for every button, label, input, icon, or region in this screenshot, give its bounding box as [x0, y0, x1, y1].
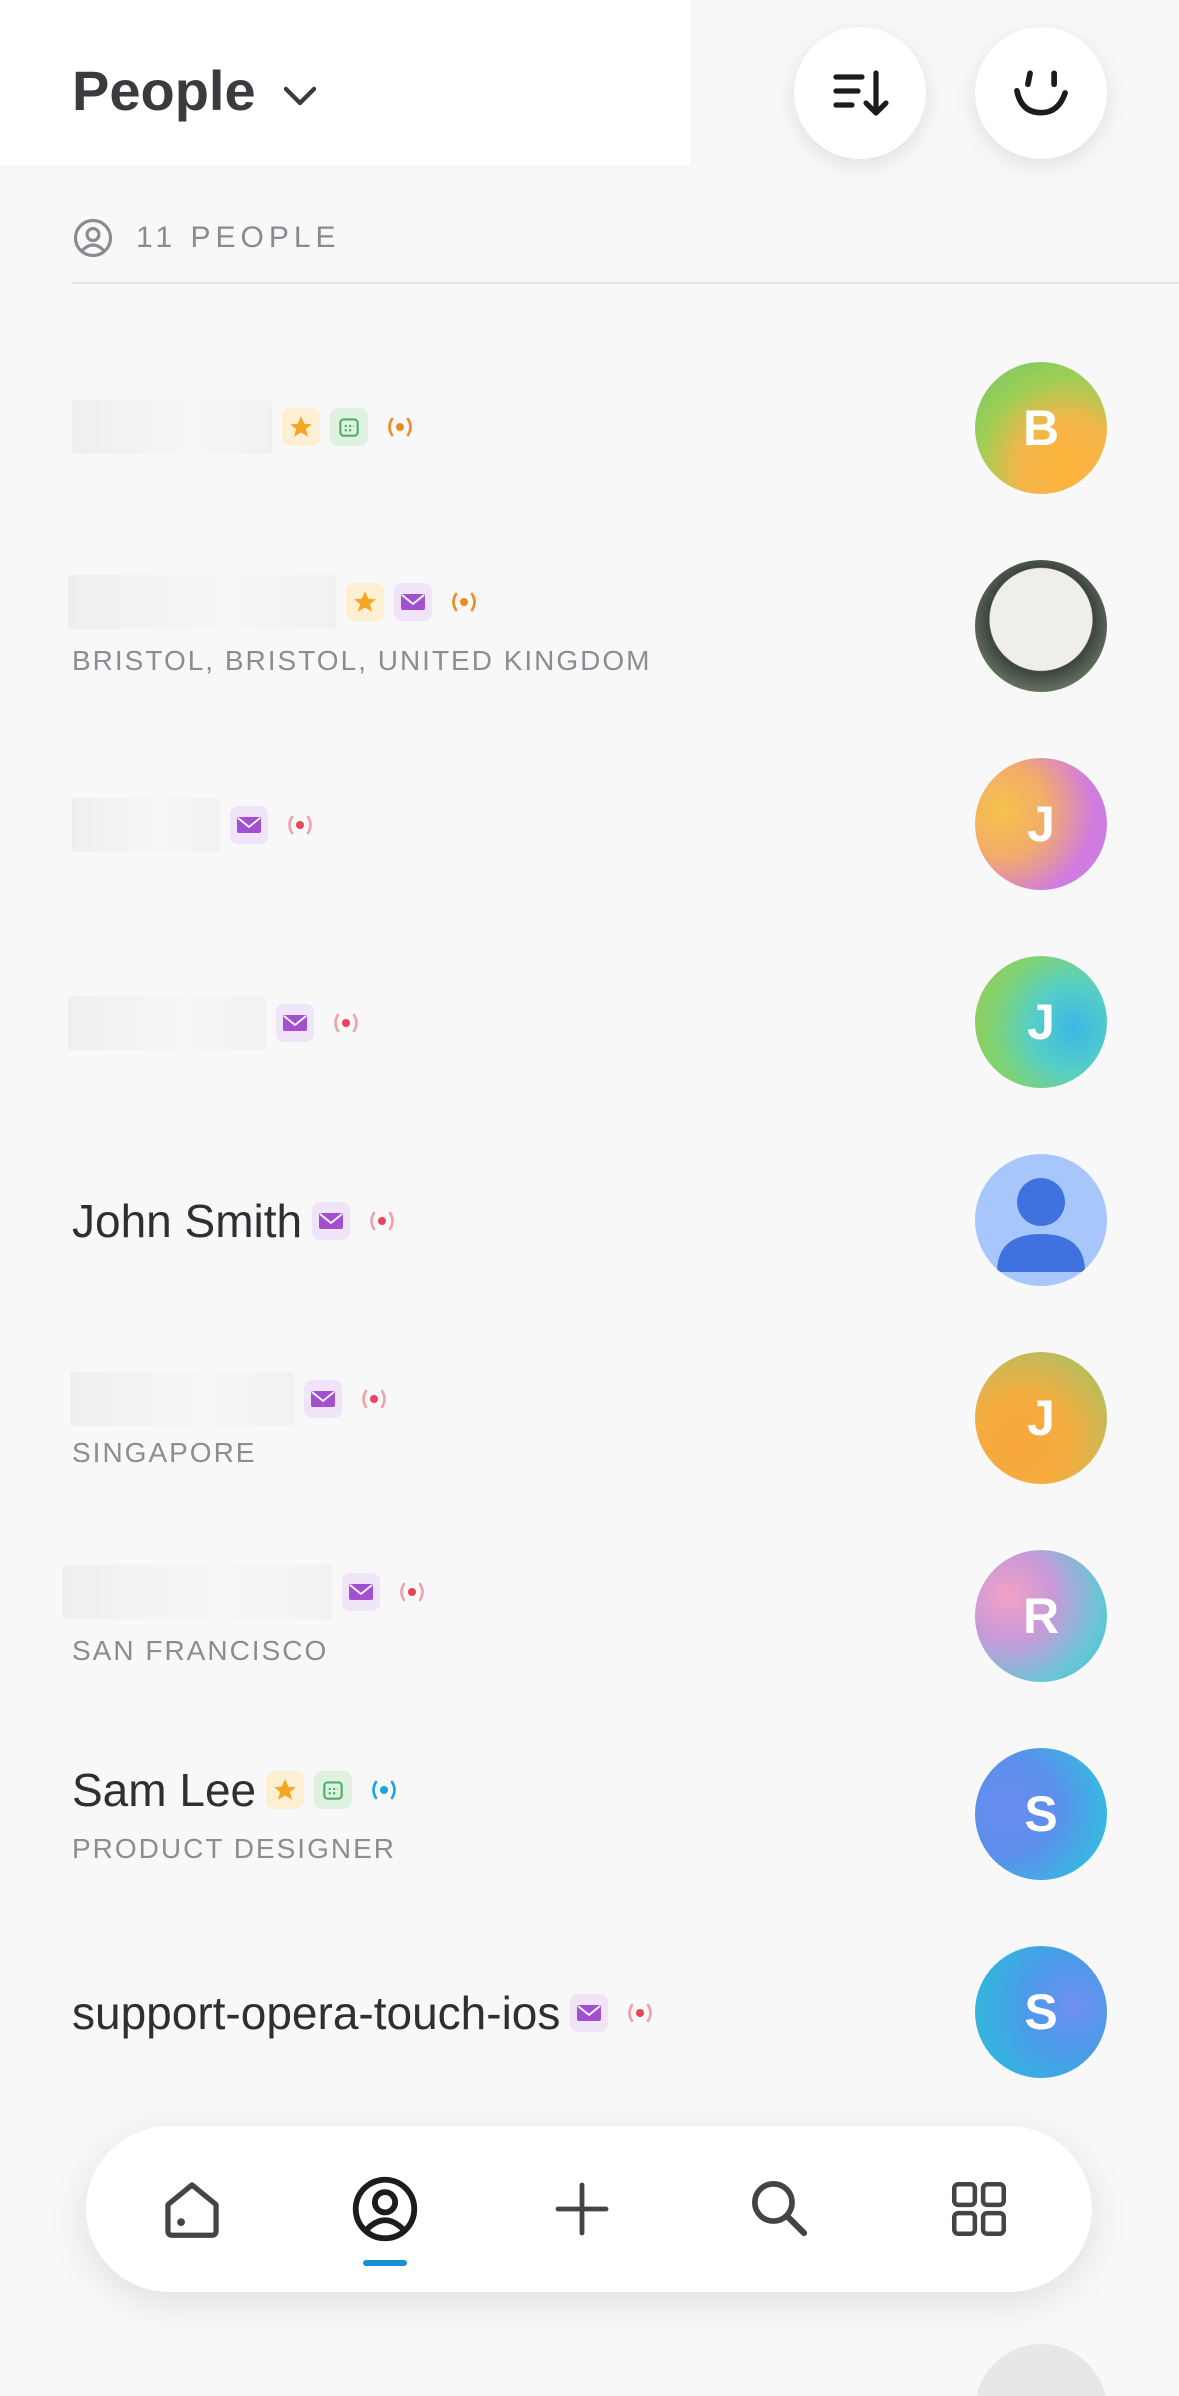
default-user-avatar-icon: [975, 1154, 1107, 1286]
person-location: SAN FRANCISCO: [72, 1635, 329, 1666]
person-name-line: [68, 575, 486, 629]
person-row[interactable]: B: [0, 347, 1179, 507]
mail-badge-icon: [304, 1380, 342, 1418]
mail-badge-icon: [394, 583, 432, 621]
person-circle-icon: [73, 218, 113, 258]
person-name-line: [72, 798, 322, 852]
live-red-icon: [324, 1004, 368, 1042]
live-orange-icon: [442, 583, 486, 621]
redacted-name: [72, 400, 272, 454]
person-location: BRISTOL, BRISTOL, UNITED KINGDOM: [72, 645, 652, 676]
person-name: support-opera-touch-ios: [72, 1987, 561, 2039]
live-red-icon: [390, 1573, 434, 1611]
avatar: J: [975, 956, 1107, 1088]
page-title: People: [72, 59, 256, 122]
sort-button[interactable]: [794, 27, 926, 159]
person-row[interactable]: support-opera-touch-ios S: [0, 1931, 1179, 2091]
person-row[interactable]: SINGAPORE J: [0, 1337, 1179, 1497]
redacted-name: [68, 996, 266, 1050]
nav-apps[interactable]: [939, 2169, 1019, 2249]
person-name-line: [68, 996, 368, 1050]
mail-badge-icon: [276, 1004, 314, 1042]
avatar: S: [975, 1748, 1107, 1880]
star-badge-icon: [266, 1771, 305, 1809]
redacted-name: [70, 1372, 294, 1426]
avatar: J: [975, 1352, 1107, 1484]
person-row[interactable]: J: [0, 743, 1179, 903]
nav-search[interactable]: [740, 2169, 820, 2249]
assistant-button[interactable]: [975, 27, 1107, 159]
mail-badge-icon: [342, 1573, 380, 1611]
mail-badge-icon: [570, 1994, 609, 2032]
live-red-icon: [360, 1202, 404, 1240]
person-name: Sam Lee: [72, 1764, 257, 1816]
live-red-icon: [278, 806, 322, 844]
mail-badge-icon: [230, 806, 268, 844]
avatar-photo: [975, 560, 1107, 692]
mail-badge-icon: [312, 1202, 351, 1240]
nav-people[interactable]: [345, 2169, 425, 2249]
person-row[interactable]: John Smith: [0, 1139, 1179, 1299]
add-icon: [555, 2182, 609, 2236]
redacted-name: [62, 1565, 332, 1619]
view-switcher[interactable]: People: [72, 58, 324, 123]
person-row[interactable]: J: [0, 941, 1179, 1101]
person-name-line: John Smith: [72, 1194, 404, 1248]
title-area: People: [0, 0, 690, 165]
avatar: R: [975, 1550, 1107, 1682]
avatar: B: [975, 362, 1107, 494]
home-icon: [165, 2182, 219, 2238]
star-badge-icon: [282, 408, 320, 446]
live-orange-icon: [378, 408, 422, 446]
avatar: J: [975, 758, 1107, 890]
divider: [72, 282, 1179, 284]
live-red-icon: [618, 1994, 662, 2032]
header: People: [0, 0, 1179, 170]
people-count: 11 PEOPLE: [72, 216, 341, 260]
person-title: PRODUCT DESIGNER: [72, 1833, 396, 1864]
redacted-name: [72, 798, 220, 852]
nav-home[interactable]: [152, 2169, 232, 2249]
active-tab-indicator: [363, 2260, 407, 2266]
nav-add[interactable]: [542, 2169, 622, 2249]
search-icon: [752, 2181, 808, 2237]
avatar-partial: [975, 2344, 1107, 2396]
person-name: John Smith: [72, 1195, 303, 1247]
people-count-label: 11 PEOPLE: [136, 221, 341, 254]
calendar-badge-icon: [314, 1771, 353, 1809]
apps-grid-icon: [951, 2181, 1007, 2237]
live-red-icon: [352, 1380, 396, 1418]
face-icon: [1014, 70, 1068, 116]
chevron-down-icon: [283, 86, 316, 105]
person-row[interactable]: SAN FRANCISCO R: [0, 1535, 1179, 1695]
star-badge-icon: [346, 583, 384, 621]
person-name-line: support-opera-touch-ios: [72, 1986, 662, 2040]
redacted-name: [68, 575, 336, 629]
person-name-line: [70, 1372, 396, 1426]
people-icon: [352, 2176, 418, 2242]
person-row[interactable]: BRISTOL, BRISTOL, UNITED KINGDOM: [0, 545, 1179, 705]
sort-descending-icon: [833, 70, 889, 116]
person-name-line: [62, 1565, 434, 1619]
live-blue-icon: [362, 1771, 406, 1809]
avatar: S: [975, 1946, 1107, 2078]
bottom-navigation: [86, 2126, 1092, 2292]
calendar-badge-icon: [330, 408, 368, 446]
person-name-line: [72, 400, 422, 454]
person-name-line: Sam Lee: [72, 1763, 406, 1817]
person-location: SINGAPORE: [72, 1437, 257, 1468]
person-row[interactable]: Sam Lee PRODUCT DESIGNER S: [0, 1733, 1179, 1893]
